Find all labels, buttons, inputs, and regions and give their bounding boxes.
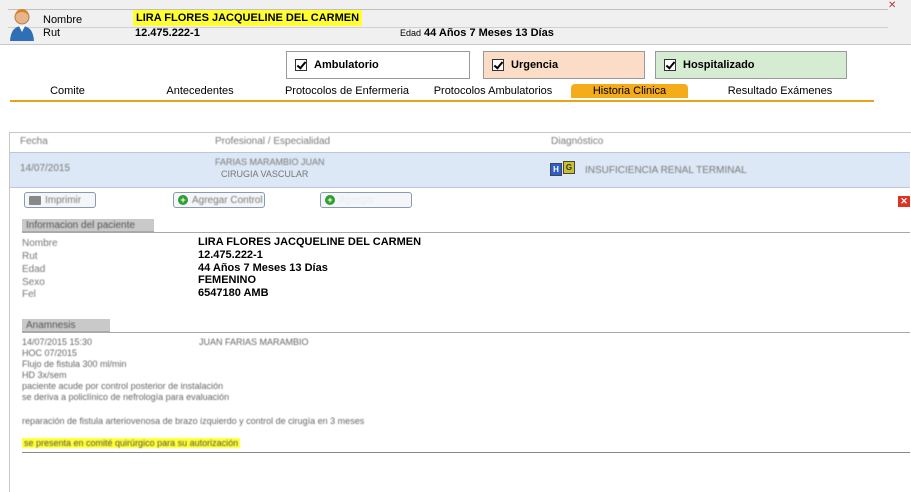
note-line: reparación de fistula arteriovenosa de b… (22, 416, 365, 426)
patient-rut-value: 12.475.222-1 (135, 27, 200, 39)
add-button[interactable]: + Agregar (320, 192, 412, 208)
field-value-rut: 12.475.222-1 (198, 249, 263, 261)
plus-circle-icon: + (325, 195, 335, 205)
row-professional: FARIAS MARAMBIO JUAN (215, 157, 325, 167)
note-line: HOC 07/2015 (22, 348, 78, 358)
section-divider (22, 232, 910, 233)
printer-icon (29, 195, 41, 205)
field-key: Fel (22, 289, 36, 300)
badge-h: H (550, 163, 562, 176)
field-value-phone: 6547180 AMB (198, 287, 269, 299)
section-patient-info-header: Informacion del paciente (22, 219, 154, 232)
care-type-label: Urgencia (511, 59, 559, 71)
field-key: Rut (22, 251, 38, 262)
field-key: Sexo (22, 277, 45, 288)
row-date: 14/07/2015 (20, 163, 71, 174)
note-author: JUAN FARIAS MARAMBIO (199, 337, 309, 347)
row-diagnosis: INSUFICIENCIA RENAL TERMINAL (585, 165, 747, 176)
care-type-urgencia[interactable]: Urgencia (483, 51, 645, 79)
add-control-button[interactable]: + Agregar Control (173, 192, 265, 208)
care-type-ambulatorio[interactable]: Ambulatorio (286, 51, 470, 79)
field-value-age: 44 Años 7 Meses 13 Días (198, 262, 328, 274)
tab-bar: Comite Antecedentes Protocolos de Enferm… (10, 84, 874, 102)
tab-resultado-examenes[interactable]: Resultado Exámenes (710, 84, 850, 98)
section-bottom-divider (22, 452, 910, 453)
patient-avatar-icon (10, 9, 34, 41)
tab-protocolos-enfermeria[interactable]: Protocolos de Enfermeria (278, 84, 416, 98)
col-header-fecha: Fecha (20, 136, 48, 147)
tab-antecedentes[interactable]: Antecedentes (135, 84, 265, 98)
note-date: 14/07/2015 15:30 (22, 337, 93, 347)
patient-rut-label: Rut (43, 27, 61, 39)
checkbox-checked-icon[interactable] (295, 59, 307, 71)
care-type-label: Ambulatorio (314, 59, 379, 71)
patient-age-value: 44 Años 7 Meses 13 Días (424, 27, 554, 39)
section-anamnesis-header: Anamnesis (22, 319, 110, 332)
note-line: se deriva a policlínico de nefrología pa… (22, 392, 230, 402)
field-value-sex: FEMENINO (198, 274, 257, 286)
checkbox-checked-icon[interactable] (664, 59, 676, 71)
patient-name-value: LIRA FLORES JACQUELINE DEL CARMEN (133, 10, 363, 26)
field-value-name: LIRA FLORES JACQUELINE DEL CARMEN (198, 236, 422, 248)
field-key: Edad (22, 264, 46, 275)
note-highlight-line: se presenta en comité quirúrgico para su… (22, 438, 241, 448)
tab-protocolos-ambulatorios[interactable]: Protocolos Ambulatorios (428, 84, 558, 98)
note-line: paciente acude por control posterior de … (22, 381, 224, 391)
care-type-hospitalizado[interactable]: Hospitalizado (655, 51, 847, 79)
delete-icon[interactable]: ✕ (898, 196, 910, 207)
badge-g: G (563, 161, 575, 174)
section-divider (22, 332, 910, 333)
plus-circle-icon: + (178, 195, 188, 205)
table-row[interactable]: 14/07/2015 FARIAS MARAMBIO JUAN CIRUGIA … (10, 152, 910, 188)
field-key: Nombre (22, 238, 58, 249)
care-type-label: Hospitalizado (683, 59, 755, 71)
close-icon[interactable]: ✕ (888, 0, 900, 12)
row-specialty: CIRUGIA VASCULAR (221, 169, 309, 179)
note-line: Flujo de fistula 300 ml/min (22, 359, 127, 369)
col-header-diagnostico: Diagnóstico (551, 136, 604, 147)
patient-age-label: Edad (400, 28, 422, 38)
checkbox-checked-icon[interactable] (492, 59, 504, 71)
tab-comite[interactable]: Comite (10, 84, 125, 98)
print-button[interactable]: Imprimir (24, 192, 96, 208)
col-header-profesional: Profesional / Especialidad (215, 136, 331, 147)
table-header: Fecha Profesional / Especialidad Diagnós… (10, 136, 910, 150)
patient-name-label: Nombre (43, 14, 83, 26)
tab-historia-clinica[interactable]: Historia Clinica (571, 84, 688, 98)
note-line: HD 3x/sem (22, 370, 67, 380)
